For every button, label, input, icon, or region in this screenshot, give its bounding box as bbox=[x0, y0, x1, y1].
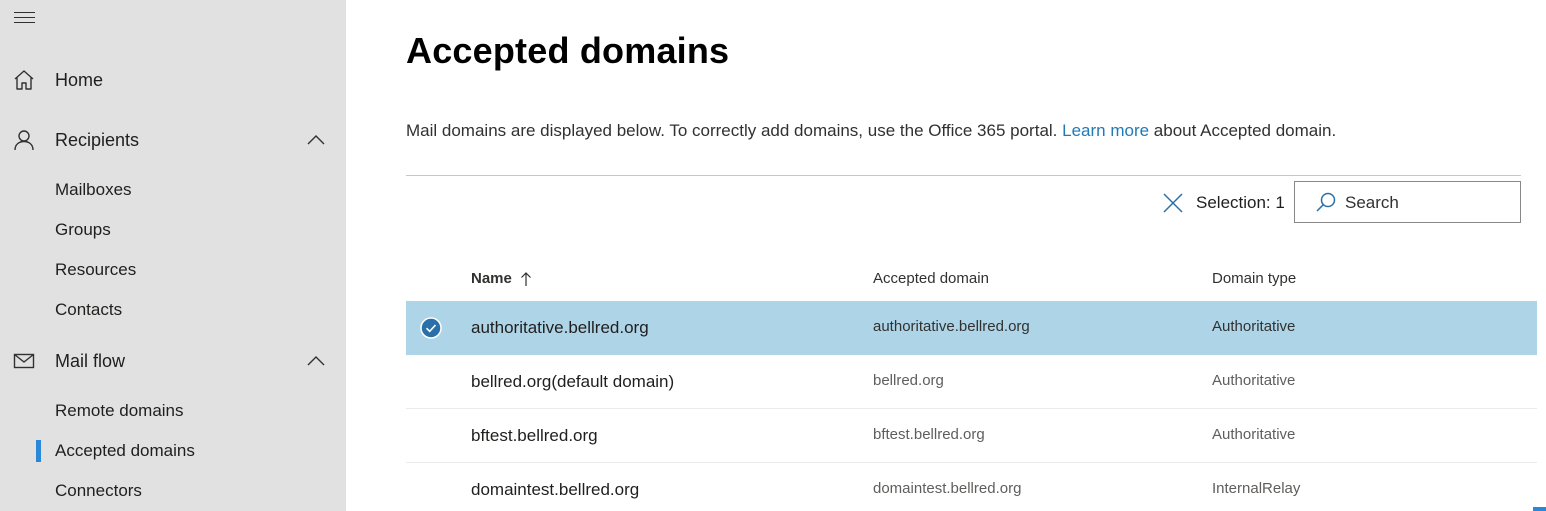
nav-item-resources[interactable]: Resources bbox=[0, 251, 346, 289]
chevron-up-icon[interactable] bbox=[306, 132, 326, 146]
cell-domain-type: Authoritative bbox=[1212, 318, 1296, 335]
column-header-name[interactable]: Name bbox=[471, 270, 532, 287]
cell-domain-type: Authoritative bbox=[1212, 372, 1296, 389]
mail-icon bbox=[13, 353, 35, 369]
page-title: Accepted domains bbox=[406, 30, 730, 71]
description-suffix: about Accepted domain. bbox=[1149, 121, 1337, 140]
nav-label-resources: Resources bbox=[55, 260, 137, 279]
table-header: Name Accepted domain Domain type bbox=[406, 259, 1537, 301]
arrow-up-icon bbox=[520, 271, 531, 286]
main-content: Accepted domains Mail domains are displa… bbox=[346, 0, 1546, 511]
nav-label-home: Home bbox=[55, 70, 104, 90]
home-icon bbox=[14, 70, 34, 90]
nav-label-connectors: Connectors bbox=[55, 481, 142, 500]
nav-item-accepted-domains[interactable]: Accepted domains bbox=[0, 432, 346, 470]
cell-name: domaintest.bellred.org bbox=[471, 480, 640, 499]
search-box[interactable] bbox=[1294, 181, 1521, 223]
learn-more-link[interactable]: Learn more bbox=[1062, 121, 1149, 140]
nav-item-connectors[interactable]: Connectors bbox=[0, 472, 346, 510]
domains-table: Name Accepted domain Domain type authori… bbox=[406, 259, 1537, 511]
clear-selection-button[interactable]: Selection: 1 bbox=[1161, 188, 1285, 218]
nav-item-mailboxes[interactable]: Mailboxes bbox=[0, 171, 346, 209]
nav-label-recipients: Recipients bbox=[55, 130, 140, 150]
nav-label-accepted-domains: Accepted domains bbox=[55, 441, 195, 460]
checkmark-circle-icon[interactable] bbox=[420, 317, 442, 339]
cell-name: bellred.org(default domain) bbox=[471, 372, 675, 391]
close-icon bbox=[1163, 193, 1183, 213]
nav-item-mail-flow[interactable]: Mail flow bbox=[0, 341, 346, 381]
cell-name: authoritative.bellred.org bbox=[471, 318, 649, 337]
cell-domain-type: InternalRelay bbox=[1212, 480, 1301, 497]
divider bbox=[406, 175, 1521, 176]
nav-label-groups: Groups bbox=[55, 220, 111, 239]
search-icon bbox=[1316, 192, 1336, 212]
table-row[interactable]: domaintest.bellred.org domaintest.bellre… bbox=[406, 463, 1537, 511]
description-text: Mail domains are displayed below. To cor… bbox=[406, 121, 1063, 140]
column-header-domain-type[interactable]: Domain type bbox=[1212, 270, 1296, 287]
selected-indicator bbox=[36, 440, 41, 462]
scroll-indicator bbox=[1533, 507, 1546, 511]
table-row[interactable]: bellred.org(default domain) bellred.org … bbox=[406, 355, 1537, 409]
sidebar: Home Recipients Mailboxes Groups Resourc… bbox=[0, 0, 346, 511]
cell-accepted-domain: domaintest.bellred.org bbox=[873, 480, 1022, 497]
nav-label-contacts: Contacts bbox=[55, 300, 123, 319]
nav-item-recipients[interactable]: Recipients bbox=[0, 120, 346, 160]
cell-accepted-domain: bftest.bellred.org bbox=[873, 426, 985, 443]
person-icon bbox=[14, 130, 34, 151]
cell-name: bftest.bellred.org bbox=[471, 426, 598, 445]
nav-label-mail-flow: Mail flow bbox=[55, 351, 126, 371]
cell-accepted-domain: authoritative.bellred.org bbox=[873, 318, 1030, 335]
nav-label-mailboxes: Mailboxes bbox=[55, 180, 132, 199]
cell-domain-type: Authoritative bbox=[1212, 426, 1296, 443]
page-description: Mail domains are displayed below. To cor… bbox=[406, 121, 1336, 141]
nav-item-contacts[interactable]: Contacts bbox=[0, 291, 346, 329]
table-row[interactable]: bftest.bellred.org bftest.bellred.org Au… bbox=[406, 409, 1537, 463]
hamburger-icon[interactable] bbox=[14, 10, 36, 26]
nav-label-remote-domains: Remote domains bbox=[55, 401, 184, 420]
chevron-up-icon[interactable] bbox=[306, 353, 326, 367]
column-label-name: Name bbox=[471, 270, 512, 287]
nav-item-remote-domains[interactable]: Remote domains bbox=[0, 392, 346, 430]
nav-item-home[interactable]: Home bbox=[0, 60, 346, 100]
nav-item-groups[interactable]: Groups bbox=[0, 211, 346, 249]
search-input[interactable] bbox=[1345, 191, 1510, 215]
table-row[interactable]: authoritative.bellred.org authoritative.… bbox=[406, 301, 1537, 355]
cell-accepted-domain: bellred.org bbox=[873, 372, 944, 389]
selection-count: Selection: 1 bbox=[1196, 193, 1285, 212]
column-header-accepted-domain[interactable]: Accepted domain bbox=[873, 270, 989, 287]
